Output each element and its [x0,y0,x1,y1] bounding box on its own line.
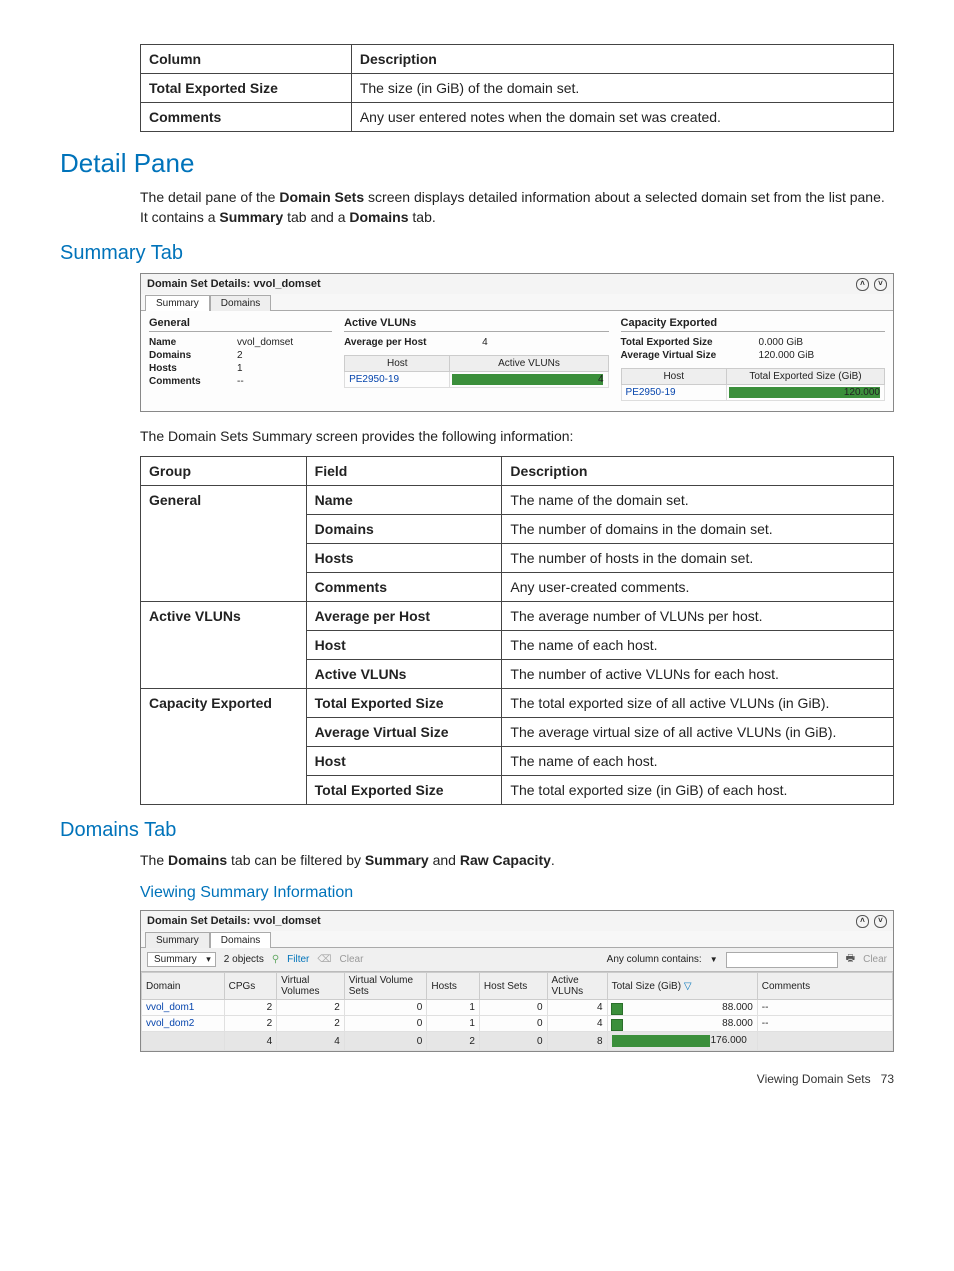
heading-summary-tab: Summary Tab [60,242,894,265]
heading-viewing-summary: Viewing Summary Information [140,884,894,902]
filter-icon: ⚲ [272,954,279,965]
summary-fields-table: Group Field Description GeneralNameThe n… [140,456,894,805]
desc-cell: The average virtual size of all active V… [502,717,894,746]
field-cell: Average per Host [306,601,502,630]
field-cell: Total Exported Size [306,775,502,804]
host-link[interactable]: PE2950-19 [345,371,450,387]
any-column-label: Any column contains: [607,954,702,965]
table-row[interactable]: vvol_dom122010488.000-- [142,1000,893,1016]
group-cell: Active VLUNs [141,601,307,688]
detail-pane-paragraph: The detail pane of the Domain Sets scree… [140,187,894,228]
desc-cell: The number of domains in the domain set. [502,514,894,543]
field-cell: Active VLUNs [306,659,502,688]
tab-summary[interactable]: Summary [145,932,210,948]
totals-row: 4 4 0 2 0 8 176.000 [142,1032,893,1051]
desc-cell: The name of each host. [502,630,894,659]
domain-link[interactable]: vvol_dom1 [142,1000,225,1016]
print-icon[interactable]: 🖶 [846,951,855,968]
size-cell: 88.000 [607,1000,757,1016]
heading-detail-pane: Detail Pane [60,148,894,179]
size-cell: 88.000 [607,1016,757,1032]
filter-dropdown[interactable]: Summary [147,952,216,967]
domains-lead-paragraph: The Domains tab can be filtered by Summa… [140,850,894,870]
expand-icon[interactable]: ˅ [874,278,887,291]
desc-cell: Any user-created comments. [502,572,894,601]
sort-down-icon: ▽ [684,981,692,992]
capacity-table: Host Total Exported Size (GiB) PE2950-19… [621,368,885,401]
field-cell: Average Virtual Size [306,717,502,746]
panel1-title: Domain Set Details: vvol_domset [147,278,321,290]
search-input[interactable] [726,952,838,968]
host-link[interactable]: PE2950-19 [621,384,726,400]
t1-h-description: Description [351,45,893,74]
table-row[interactable]: vvol_dom222010488.000-- [142,1016,893,1032]
object-count: 2 objects [224,954,264,965]
capacity-heading: Capacity Exported [621,317,885,332]
tab-domains[interactable]: Domains [210,932,271,948]
group-cell: General [141,485,307,601]
chevron-down-icon[interactable]: ▼ [710,955,718,964]
panel1-window-icons: ˄ ˅ [854,277,887,291]
field-cell: Hosts [306,543,502,572]
panel2-title: Domain Set Details: vvol_domset [147,915,321,927]
clear-link[interactable]: Clear [340,954,364,965]
active-vluns-heading: Active VLUNs [344,317,608,332]
collapse-icon[interactable]: ˄ [856,278,869,291]
domains-panel: Domain Set Details: vvol_domset ˄ ˅ Summ… [140,910,894,1052]
collapse-icon[interactable]: ˄ [856,915,869,928]
clear-icon: ⌫ [317,954,331,965]
field-cell: Host [306,746,502,775]
desc-cell: The name of the domain set. [502,485,894,514]
desc-cell: The number of hosts in the domain set. [502,543,894,572]
summary-panel: Domain Set Details: vvol_domset ˄ ˅ Summ… [140,273,894,412]
filter-link[interactable]: Filter [287,954,309,965]
field-cell: Host [306,630,502,659]
desc-cell: The total exported size (in GiB) of each… [502,775,894,804]
column-description-table: Column Description Total Exported SizeTh… [140,44,894,132]
field-cell: Name [306,485,502,514]
domains-data-table: Domain CPGs Virtual Volumes Virtual Volu… [141,972,893,1051]
tab-domains[interactable]: Domains [210,295,271,311]
desc-cell: The average number of VLUNs per host. [502,601,894,630]
page-footer: Viewing Domain Sets 73 [60,1072,894,1086]
desc-cell: The number of active VLUNs for each host… [502,659,894,688]
panel2-window-icons: ˄ ˅ [854,914,887,928]
field-cell: Comments [306,572,502,601]
clear-link-2[interactable]: Clear [863,954,887,965]
field-cell: Total Exported Size [306,688,502,717]
desc-cell: The total exported size of all active VL… [502,688,894,717]
general-heading: General [149,317,332,332]
active-vluns-bar: 4 [450,371,608,387]
expand-icon[interactable]: ˅ [874,915,887,928]
domain-link[interactable]: vvol_dom2 [142,1016,225,1032]
group-cell: Capacity Exported [141,688,307,804]
active-vluns-table: Host Active VLUNs PE2950-19 4 [344,355,608,388]
capacity-bar: 120.000 [726,384,884,400]
total-size-bar: 176.000 [607,1032,757,1051]
table-row: Total Exported Size [141,74,352,103]
tab-summary[interactable]: Summary [145,295,210,311]
desc-cell: The name of each host. [502,746,894,775]
t1-h-column: Column [141,45,352,74]
heading-domains-tab: Domains Tab [60,819,894,842]
table-row: Comments [141,103,352,132]
field-cell: Domains [306,514,502,543]
domains-toolbar: Summary 2 objects ⚲ Filter ⌫ Clear Any c… [141,948,893,972]
summary-lead-paragraph: The Domain Sets Summary screen provides … [140,426,894,446]
